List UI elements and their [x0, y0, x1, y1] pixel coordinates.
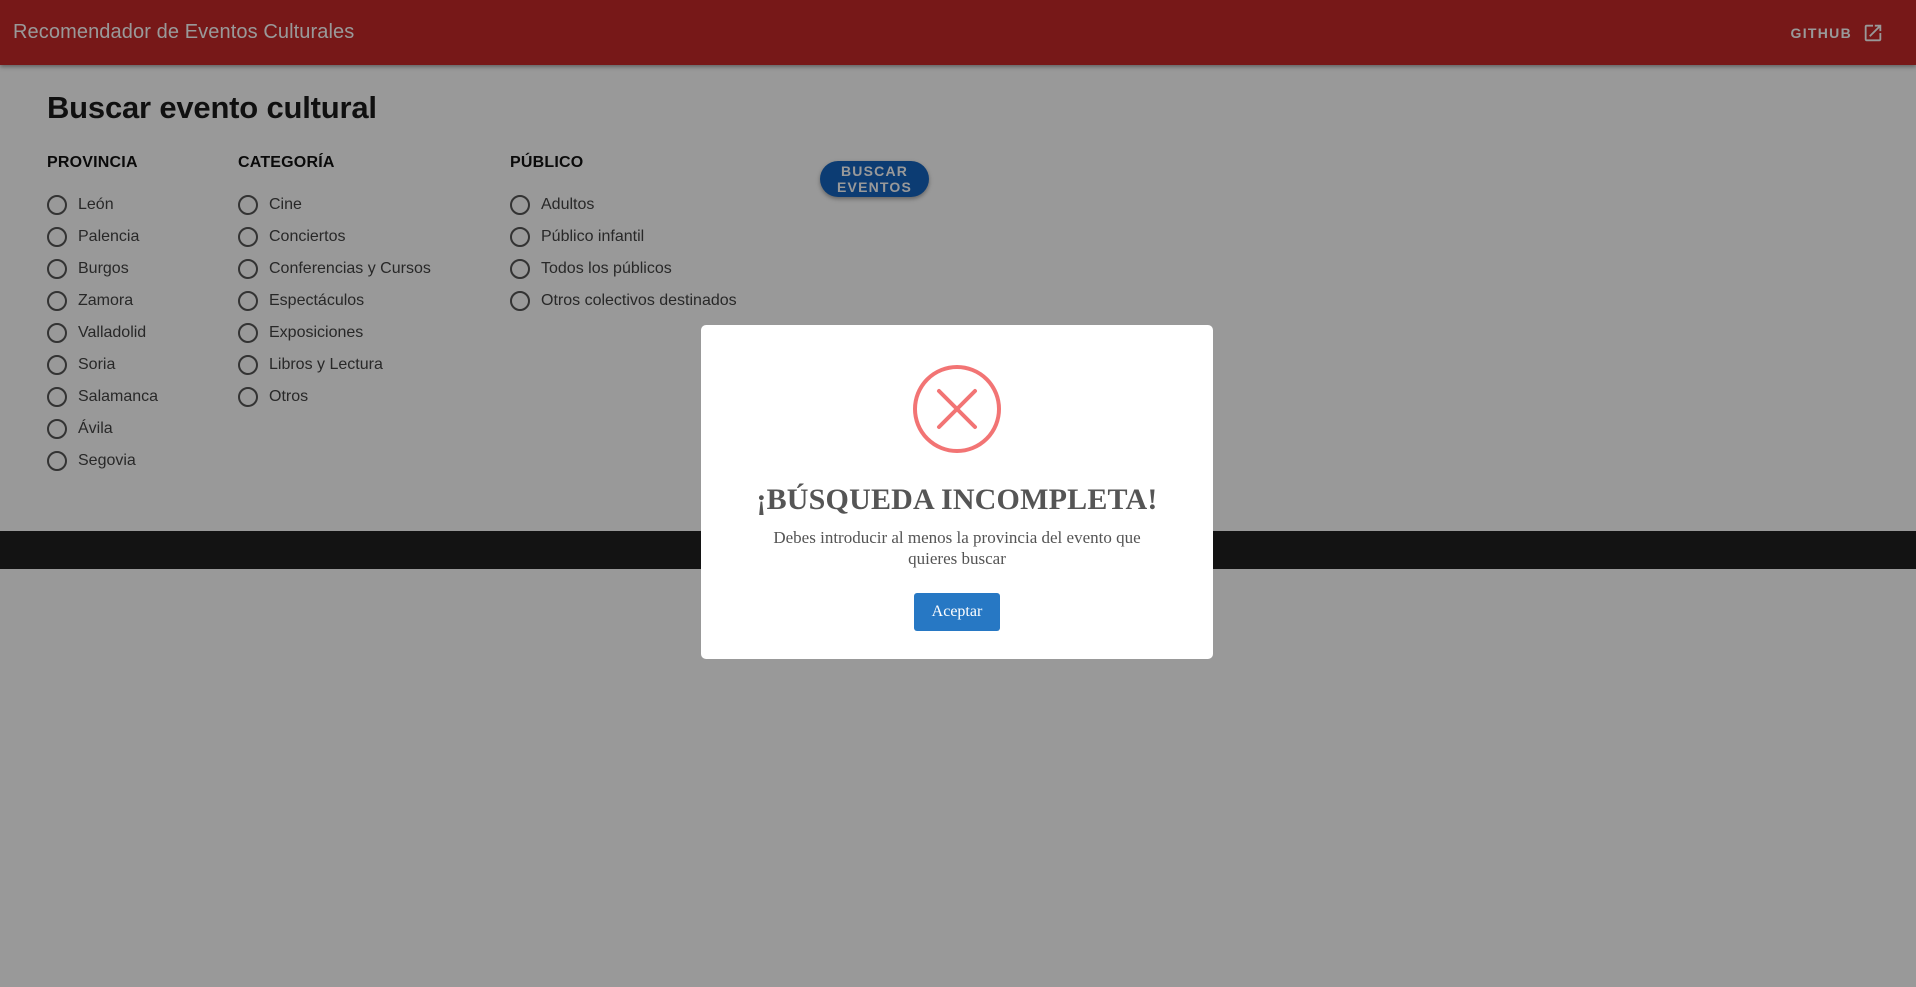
dialog-title: ¡BÚSQUEDA INCOMPLETA!: [756, 483, 1158, 516]
x-mark-icon: [937, 389, 977, 429]
accept-button[interactable]: Aceptar: [913, 593, 1001, 631]
error-dialog: ¡BÚSQUEDA INCOMPLETA! Debes introducir a…: [701, 325, 1213, 659]
dialog-message: Debes introducir al menos la provincia d…: [773, 528, 1141, 568]
error-x-icon: [913, 365, 1001, 453]
